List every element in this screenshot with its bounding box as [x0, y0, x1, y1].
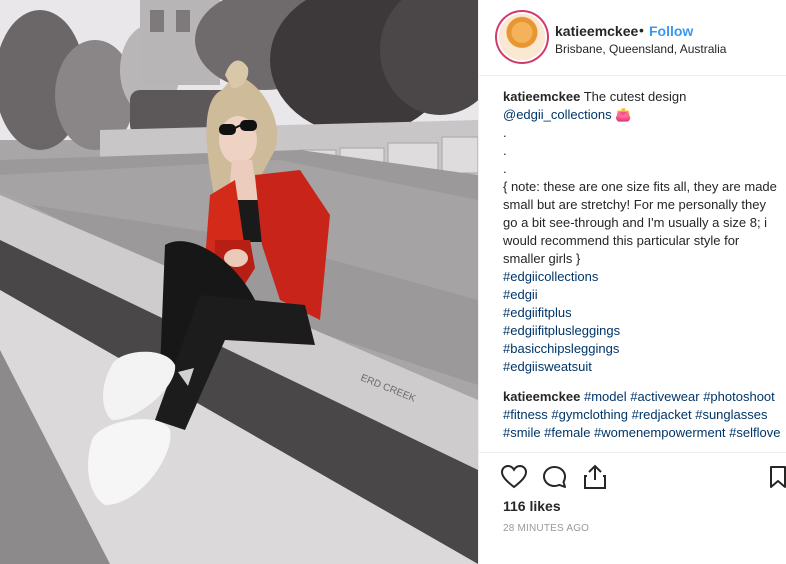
comment-username[interactable]: katieemckee — [503, 389, 580, 404]
caption-line: katieemckee The cutest design — [503, 88, 781, 106]
avatar[interactable] — [499, 14, 545, 60]
timestamp: 28 MINUTES AGO — [503, 523, 590, 534]
comment: katieemckee #model #activewear #photosho… — [503, 388, 781, 442]
hashtag-link[interactable]: #basicchipsleggings — [503, 340, 781, 358]
caption-dot: . — [503, 125, 507, 140]
post-photo[interactable]: ERD CREEK — [0, 0, 478, 564]
post-header: katieemckee • Follow Brisbane, Queenslan… — [479, 0, 786, 76]
share-icon[interactable] — [583, 464, 607, 490]
caption-username[interactable]: katieemckee — [503, 89, 580, 104]
mention-link[interactable]: @edgii_collections — [503, 107, 612, 122]
caption: katieemckee The cutest design @edgii_col… — [503, 88, 781, 376]
caption-dot: . — [503, 143, 507, 158]
actions-bar: 116 likes 28 MINUTES AGO — [479, 452, 786, 564]
caption-mention-line: @edgii_collections 👛 — [503, 106, 781, 124]
follow-button[interactable]: Follow — [649, 23, 693, 39]
hashtag-link[interactable]: #edgiicollections — [503, 268, 781, 286]
caption-text: The cutest design — [583, 89, 687, 104]
hashtag-link[interactable]: #edgii — [503, 286, 781, 304]
hashtag-list: #edgiicollections #edgii #edgiifitplus #… — [503, 268, 781, 376]
hashtag-link[interactable]: #edgiifitplusleggings — [503, 322, 781, 340]
comments-section[interactable]: katieemckee The cutest design @edgii_col… — [503, 88, 781, 450]
caption-emoji: 👛 — [615, 107, 632, 122]
hashtag-link[interactable]: #edgiifitplus — [503, 304, 781, 322]
likes-count[interactable]: 116 likes — [503, 498, 561, 514]
photo-illustration: ERD CREEK — [0, 0, 478, 564]
location-link[interactable]: Brisbane, Queensland, Australia — [555, 42, 726, 56]
header-username[interactable]: katieemckee — [555, 23, 638, 39]
bookmark-icon[interactable] — [769, 465, 786, 489]
caption-dot: . — [503, 161, 507, 176]
heart-icon[interactable] — [501, 465, 527, 489]
post-details-panel: katieemckee • Follow Brisbane, Queenslan… — [478, 0, 786, 564]
comment-icon[interactable] — [542, 465, 568, 489]
separator-dot: • — [639, 22, 644, 38]
caption-note: { note: these are one size fits all, the… — [503, 179, 777, 266]
hashtag-link[interactable]: #edgiisweatsuit — [503, 358, 781, 376]
